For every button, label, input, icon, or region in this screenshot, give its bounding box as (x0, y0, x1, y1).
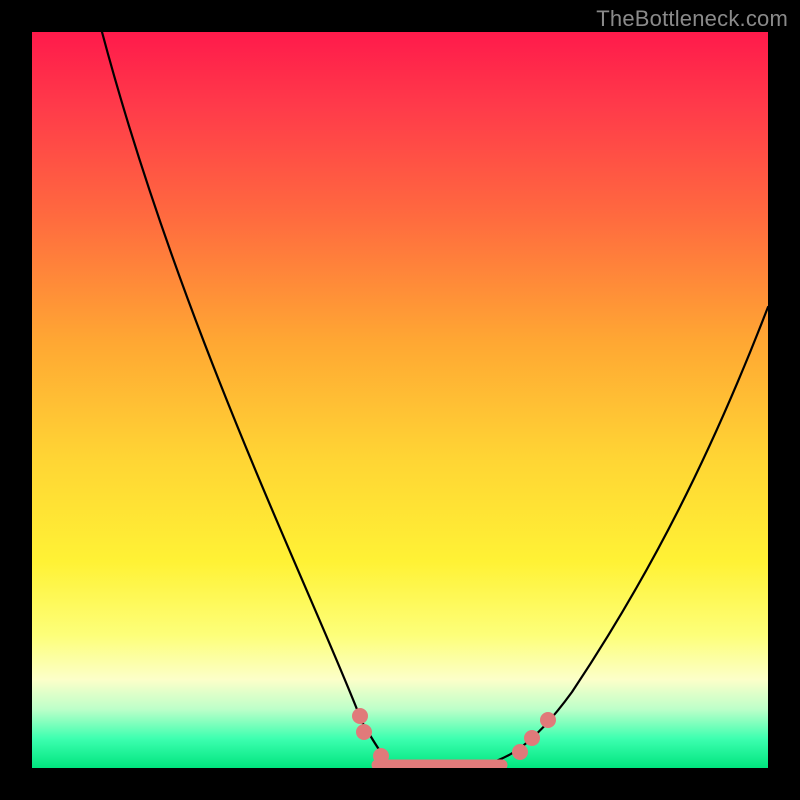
watermark-text: TheBottleneck.com (596, 6, 788, 32)
marker-0 (352, 708, 368, 724)
series-group (102, 32, 768, 768)
chart-svg (32, 32, 768, 768)
marker-4 (524, 730, 540, 746)
series-right-arm (462, 307, 768, 767)
marker-5 (540, 712, 556, 728)
series-left-arm (102, 32, 427, 768)
plot-area (32, 32, 768, 768)
chart-frame: TheBottleneck.com (0, 0, 800, 800)
marker-3 (512, 744, 528, 760)
marker-2 (373, 748, 389, 764)
marker-group (352, 708, 556, 764)
marker-1 (356, 724, 372, 740)
